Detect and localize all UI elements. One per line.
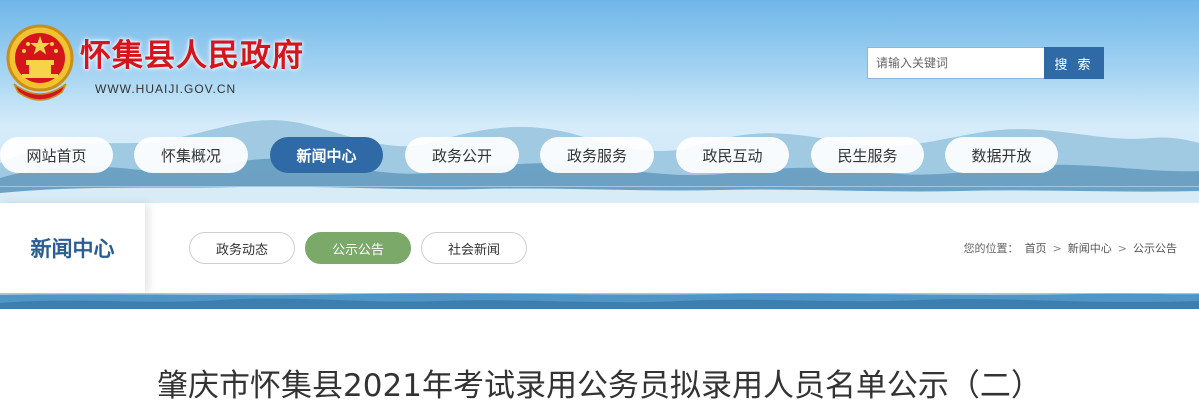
tab-social-news[interactable]: 社会新闻: [421, 232, 527, 264]
section-title: 新闻中心: [0, 203, 145, 293]
breadcrumb-news-link[interactable]: 新闻中心: [1068, 240, 1112, 256]
site-title: 怀集县人民政府: [80, 38, 304, 74]
main-nav: 网站首页 怀集概况 新闻中心 政务公开 政务服务 政民互动 民生服务 数据开放: [0, 137, 1199, 173]
breadcrumb: 您的位置： 首页 > 新闻中心 > 公示公告: [964, 240, 1177, 256]
site-header: 怀集县人民政府 WWW.HUAIJI.GOV.CN 搜 索 网站首页 怀集概况 …: [0, 0, 1199, 203]
nav-item-interaction[interactable]: 政民互动: [676, 137, 789, 173]
breadcrumb-home-link[interactable]: 首页: [1025, 240, 1047, 256]
nav-item-livelihood[interactable]: 民生服务: [811, 137, 924, 173]
section-bar: 新闻中心 政务动态 公示公告 社会新闻 您的位置： 首页 > 新闻中心 > 公示…: [0, 203, 1199, 293]
breadcrumb-separator: >: [1052, 241, 1062, 255]
nav-divider: [0, 186, 1199, 187]
mountain-strip: [0, 293, 1199, 309]
nav-item-open-data[interactable]: 数据开放: [945, 137, 1058, 173]
tab-gov-news[interactable]: 政务动态: [189, 232, 295, 264]
search-input[interactable]: [867, 47, 1045, 79]
breadcrumb-current[interactable]: 公示公告: [1133, 240, 1177, 256]
nav-item-overview[interactable]: 怀集概况: [134, 137, 248, 173]
article-title: 肇庆市怀集县2021年考试录用公务员拟录用人员名单公示（二）: [157, 368, 1042, 404]
national-emblem-logo: [6, 24, 74, 101]
nav-item-home[interactable]: 网站首页: [0, 137, 113, 173]
nav-item-gov-affairs[interactable]: 政务公开: [405, 137, 519, 173]
search-button[interactable]: 搜 索: [1044, 47, 1104, 79]
nav-item-gov-services[interactable]: 政务服务: [540, 137, 654, 173]
nav-item-news[interactable]: 新闻中心: [270, 137, 383, 173]
site-url: WWW.HUAIJI.GOV.CN: [95, 82, 237, 96]
breadcrumb-prefix: 您的位置：: [963, 242, 1019, 255]
breadcrumb-separator: >: [1117, 241, 1127, 255]
tab-announcements[interactable]: 公示公告: [305, 232, 411, 264]
